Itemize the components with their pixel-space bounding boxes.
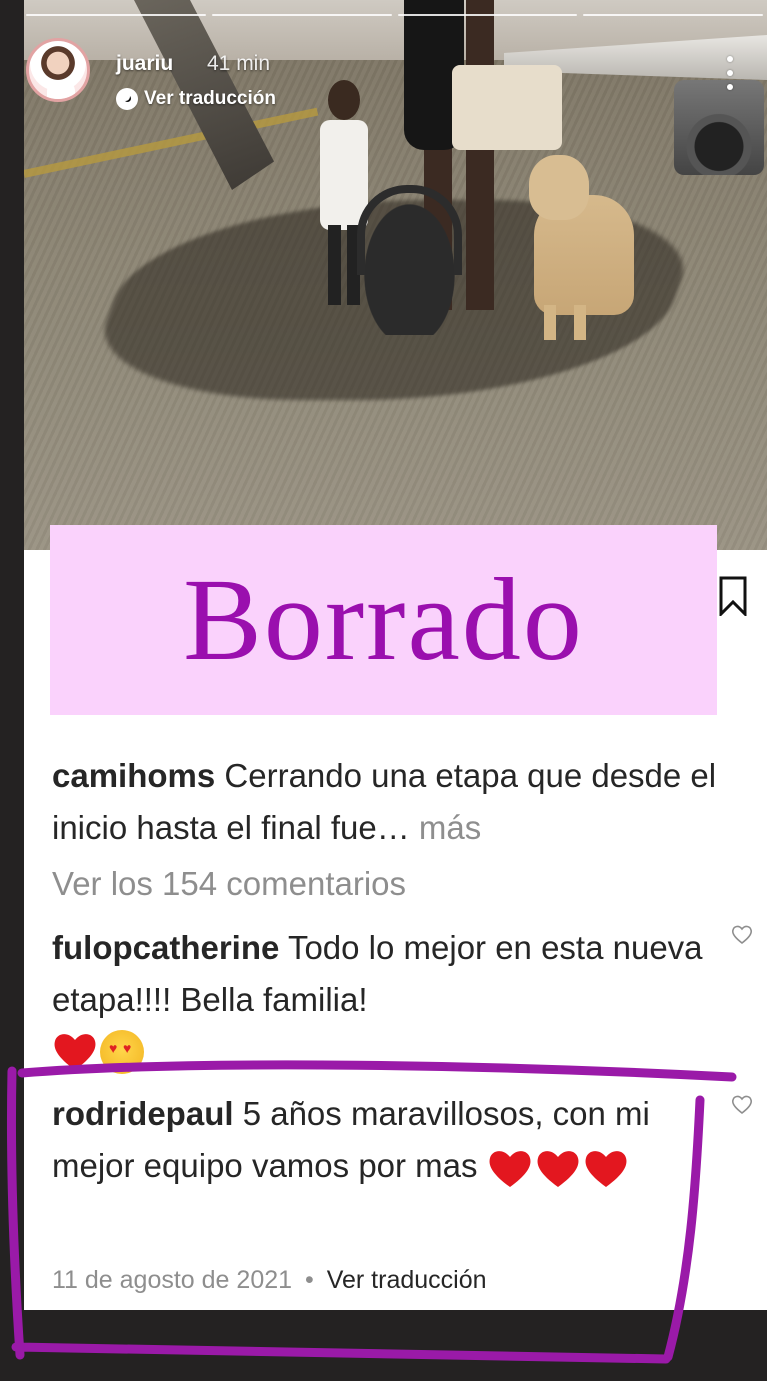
like-heart-icon[interactable] (731, 925, 753, 945)
comment-username[interactable]: fulopcatherine (52, 929, 279, 966)
comment: fulopcatherine Todo lo mejor en esta nue… (52, 922, 732, 1026)
translate-label: Ver traducción (144, 88, 276, 109)
story-viewer: juariu 41 min Ver traducción Borrado cam… (0, 0, 767, 1381)
post-caption: camihoms Cerrando una etapa que desde el… (52, 750, 732, 854)
caption-username[interactable]: camihoms (52, 757, 215, 794)
comment-emojis (487, 1147, 629, 1189)
story-progress-bar (26, 14, 763, 17)
deleted-banner: Borrado (50, 525, 717, 715)
avatar[interactable] (26, 38, 90, 102)
separator-dot: • (304, 1266, 314, 1294)
deleted-label: Borrado (183, 554, 584, 685)
comment-translate-link[interactable]: Ver traducción (327, 1266, 487, 1294)
red-heart-emoji-icon (585, 1151, 627, 1188)
comment-date: 11 de agosto de 2021 (52, 1266, 293, 1294)
translate-icon (116, 88, 138, 110)
story-translate-link[interactable]: Ver traducción (116, 87, 276, 111)
red-heart-emoji-icon (54, 1034, 96, 1070)
comment-emojis (52, 1030, 144, 1074)
story-header: juariu 41 min Ver traducción (24, 38, 767, 111)
more-options-icon[interactable] (724, 56, 736, 90)
caption-more-link[interactable]: más (419, 809, 481, 846)
comment-username[interactable]: rodridepaul (52, 1095, 234, 1132)
red-heart-emoji-icon (489, 1151, 531, 1188)
bookmark-icon[interactable] (718, 576, 748, 616)
view-comments-link[interactable]: Ver los 154 comentarios (52, 865, 406, 903)
story-timestamp: 41 min (207, 52, 271, 75)
comment: rodridepaul 5 años maravillosos, con mi … (52, 1088, 732, 1192)
story-username[interactable]: juariu (116, 52, 173, 76)
like-heart-icon[interactable] (731, 1095, 753, 1115)
red-heart-emoji-icon (537, 1151, 579, 1188)
comment-meta: 11 de agosto de 2021 • Ver traducción (52, 1266, 487, 1295)
heart-eyes-emoji-icon (100, 1030, 144, 1074)
